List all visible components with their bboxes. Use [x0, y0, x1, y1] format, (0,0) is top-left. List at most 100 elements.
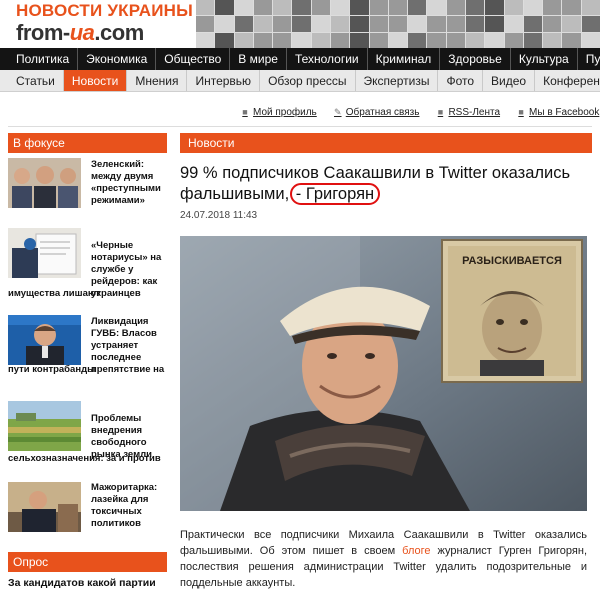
mosaic-photo-tile	[292, 16, 311, 32]
mosaic-photo-tile	[273, 32, 292, 48]
mosaic-photo-tile	[292, 0, 311, 16]
utility-links: ■ Мой профиль ✎ Обратная связь ■ RSS-Лен…	[240, 104, 599, 120]
mosaic-photo-tile	[562, 16, 581, 32]
subnav-item-foto[interactable]: Фото	[438, 70, 484, 91]
mosaic-photo-tile	[562, 32, 581, 48]
focus-thumb-1[interactable]	[8, 158, 81, 208]
subnav-item-konferentsii[interactable]: Конференции	[535, 70, 600, 91]
news-section-heading[interactable]: Новости	[180, 133, 592, 153]
nav-item-politika[interactable]: Политика	[0, 48, 79, 70]
mosaic-photo-tile	[253, 32, 273, 48]
subnav-item-mneniya[interactable]: Мнения	[127, 70, 188, 91]
nav-item-tekhnologii[interactable]: Технологии	[287, 48, 368, 70]
mosaic-photo-tile	[311, 16, 330, 32]
mosaic-photo-tile	[369, 16, 388, 32]
blog-link[interactable]: блоге	[402, 545, 430, 557]
focus-item-3[interactable]: Ликвидация ГУВБ: Власов устраняет послед…	[8, 315, 167, 385]
subnav-item-ekspertizy[interactable]: Экспертизы	[356, 70, 439, 91]
rss-icon: ■	[437, 107, 444, 117]
mosaic-photo-tile	[446, 0, 465, 16]
mosaic-photo-tile	[504, 16, 523, 32]
mosaic-photo-tile	[581, 32, 600, 48]
site-header: НОВОСТИ УКРАИНЫ from-ua.com	[0, 0, 600, 48]
focus-item-5-line: Мажоритарка:	[91, 482, 158, 493]
feedback-icon: ✎	[333, 107, 342, 117]
feedback-label: Обратная связь	[345, 106, 420, 118]
focus-item-2-line: службе у	[91, 264, 134, 275]
mosaic-photo-tile	[350, 16, 369, 32]
mosaic-photo-tile	[408, 32, 427, 48]
mosaic-photo-tile	[253, 0, 273, 16]
poll-heading[interactable]: Опрос	[8, 552, 167, 572]
logo-title[interactable]: НОВОСТИ УКРАИНЫ	[16, 1, 193, 21]
article-photo: РАЗЫСКИВАЕТСЯ	[180, 236, 587, 511]
mosaic-photo-tile	[388, 16, 408, 32]
mosaic-photo-tile	[427, 0, 446, 16]
nav-item-zdorovie[interactable]: Здоровье	[440, 48, 511, 70]
mosaic-photo-tile	[581, 16, 600, 32]
mosaic-photo-tile	[543, 16, 562, 32]
mosaic-photo-tile	[350, 0, 369, 16]
mosaic-photo-tile	[581, 0, 600, 16]
logo-domain[interactable]: from-ua.com	[16, 20, 144, 46]
article-date: 24.07.2018 11:43	[180, 210, 258, 221]
focus-item-4-line: Проблемы	[91, 413, 142, 424]
subnav-item-novosti[interactable]: Новости	[63, 70, 128, 91]
mosaic-photo-tile	[331, 0, 350, 16]
header-photo-mosaic	[196, 0, 600, 48]
focus-heading[interactable]: В фокусе	[8, 133, 167, 153]
focus-item-1[interactable]: Зеленский: между двумя «преступными режи…	[8, 158, 167, 210]
mosaic-photo-tile	[504, 0, 523, 16]
mosaic-photo-tile	[292, 32, 311, 48]
focus-item-5[interactable]: Мажоритарка: лазейка для токсичных полит…	[8, 482, 167, 534]
subnav-item-video[interactable]: Видео	[483, 70, 536, 91]
mosaic-photo-tile	[253, 16, 273, 32]
subnav-item-obzor-pressy[interactable]: Обзор прессы	[260, 70, 356, 91]
nav-item-v-mire[interactable]: В мире	[230, 48, 287, 70]
focus-item-4-line: свободного	[91, 437, 147, 448]
focus-item-2-line-below: имущества лишают	[8, 288, 101, 299]
rss-link[interactable]: ■ RSS-Лента	[435, 104, 500, 120]
logo-domain-pre: from-	[16, 20, 70, 45]
focus-thumb-2[interactable]	[8, 228, 81, 278]
focus-item-4-line-below: сельхозназначения: за и против	[8, 453, 161, 464]
focus-item-4[interactable]: Проблемы внедрения свободного рынка земл…	[8, 401, 167, 471]
nav-item-ekonomika[interactable]: Экономика	[78, 48, 157, 70]
mosaic-photo-tile	[369, 0, 388, 16]
feedback-link[interactable]: ✎ Обратная связь	[333, 104, 420, 120]
focus-thumb-3[interactable]	[8, 315, 81, 365]
poll-question[interactable]: За кандидатов какой партии	[8, 577, 167, 589]
mosaic-photo-tile	[234, 32, 253, 48]
focus-item-3-line: последнее	[91, 352, 142, 363]
subnav-item-intervyu[interactable]: Интервью	[187, 70, 261, 91]
mosaic-photo-tile	[273, 0, 292, 16]
mosaic-photo-tile	[273, 16, 292, 32]
mosaic-photo-tile	[466, 32, 485, 48]
article-title: 99 % подписчиков Саакашвили в Twitter ок…	[180, 163, 592, 205]
focus-item-2-line: рейдеров: как	[91, 276, 158, 287]
mosaic-photo-tile	[523, 16, 543, 32]
subnav-item-stati[interactable]: Статьи	[0, 70, 64, 91]
nav-item-kriminal[interactable]: Криминал	[368, 48, 441, 70]
focus-item-3-line-below: пути контрабанды	[8, 364, 96, 375]
nav-item-kultura[interactable]: Культура	[511, 48, 578, 70]
focus-thumb-5[interactable]	[8, 482, 81, 532]
logo-domain-mark: ua	[69, 20, 95, 45]
my-profile-link[interactable]: ■ Мой профиль	[240, 104, 316, 120]
title-highlight-circle: - Григорян	[289, 183, 381, 205]
focus-thumb-4[interactable]	[8, 401, 81, 451]
focus-item-4-line: внедрения	[91, 425, 143, 436]
focus-item-2[interactable]: «Черные нотариусы» на службе у рейдеров:…	[8, 228, 167, 299]
mosaic-photo-tile	[215, 32, 234, 48]
facebook-link[interactable]: ■ Мы в Facebook	[516, 104, 599, 120]
nav-item-puteshestviya[interactable]: Путешествия	[578, 48, 600, 70]
mosaic-photo-tile	[234, 16, 253, 32]
focus-item-2-line: нотариусы» на	[91, 252, 162, 263]
mosaic-photo-tile	[350, 32, 369, 48]
focus-item-1-line: «преступными	[91, 183, 161, 194]
mosaic-photo-tile	[427, 32, 446, 48]
nav-item-obshchestvo[interactable]: Общество	[156, 48, 231, 70]
mosaic-photo-tile	[466, 0, 485, 16]
focus-item-5-line: токсичных	[91, 506, 142, 517]
mosaic-photo-tile	[311, 0, 330, 16]
